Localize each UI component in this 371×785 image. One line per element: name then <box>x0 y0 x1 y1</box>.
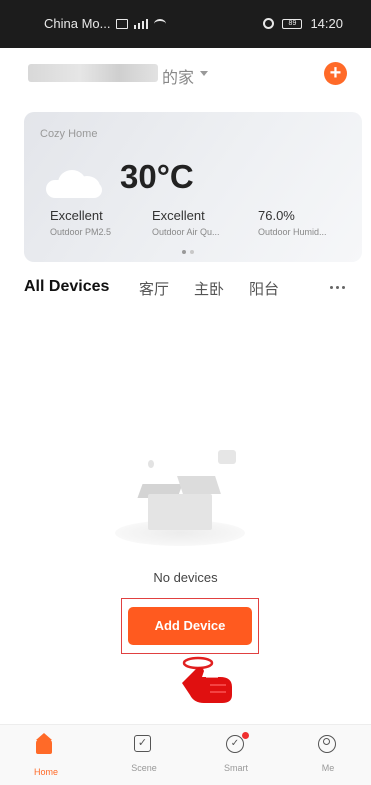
status-bar: China Mo... 89 14:20 <box>0 0 371 48</box>
drop-icon <box>148 460 154 468</box>
home-header: 的家 + <box>0 58 371 88</box>
empty-state-message: No devices <box>153 570 218 585</box>
room-tabs: All Devices 客厅 主卧 阳台 <box>0 276 371 302</box>
tab-master-bedroom[interactable]: 主卧 <box>194 278 224 299</box>
add-device-button[interactable]: Add Device <box>128 607 252 645</box>
signal-icon <box>134 18 149 29</box>
stat-air-quality: Excellent Outdoor Air Qu... <box>152 208 220 237</box>
clock: 14:20 <box>310 16 343 31</box>
carrier-name: China Mo... <box>44 16 111 31</box>
nav-home[interactable]: Home <box>16 733 76 777</box>
nav-label: Smart <box>223 763 248 773</box>
tab-balcony[interactable]: 阳台 <box>249 278 279 299</box>
bottom-nav: Home ✓ Scene ✓ Smart Me <box>0 724 371 785</box>
box-icon <box>137 470 221 530</box>
cloud-icon <box>46 168 108 198</box>
pointing-hand-icon <box>182 656 232 703</box>
smart-icon: ✓ <box>226 735 244 753</box>
nav-label: Me <box>321 763 335 773</box>
sim-icon <box>116 18 129 29</box>
weather-card[interactable]: Cozy Home 30°C Excellent Outdoor PM2.5 E… <box>24 112 362 262</box>
message-icon <box>218 450 236 464</box>
stat-value: 76.0% <box>258 208 295 223</box>
temperature: 30°C <box>120 158 194 195</box>
empty-box-illustration <box>110 440 250 550</box>
stat-label: Outdoor Air Qu... <box>152 227 220 237</box>
stat-pm25: Excellent Outdoor PM2.5 <box>50 208 111 237</box>
nav-label: Scene <box>131 763 157 773</box>
add-button[interactable]: + <box>324 62 347 85</box>
weather-card-title: Cozy Home <box>40 128 98 140</box>
alarm-icon <box>263 18 275 29</box>
home-name-redacted[interactable] <box>28 64 158 82</box>
stat-value: Excellent <box>50 208 103 223</box>
tab-all-devices[interactable]: All Devices <box>24 278 109 296</box>
page-indicator <box>182 250 194 254</box>
nav-smart[interactable]: ✓ Smart <box>206 732 266 773</box>
stat-humidity: 76.0% Outdoor Humid... <box>258 208 327 237</box>
stat-label: Outdoor Humid... <box>258 227 327 237</box>
stat-value: Excellent <box>152 208 205 223</box>
status-left: China Mo... <box>44 16 167 31</box>
battery-icon: 89 <box>282 18 303 29</box>
home-icon <box>36 733 52 754</box>
tab-living-room[interactable]: 客厅 <box>139 278 169 299</box>
me-icon <box>318 735 336 753</box>
wifi-icon <box>154 18 167 29</box>
status-right: 89 14:20 <box>263 16 343 31</box>
nav-me[interactable]: Me <box>298 735 358 773</box>
more-icon[interactable] <box>330 286 345 289</box>
nav-label: Home <box>33 767 58 777</box>
stat-label: Outdoor PM2.5 <box>50 227 112 237</box>
notification-dot <box>242 732 249 739</box>
chevron-down-icon[interactable] <box>200 71 208 76</box>
nav-scene[interactable]: ✓ Scene <box>114 735 174 773</box>
scene-icon: ✓ <box>134 735 151 752</box>
home-name-suffix[interactable]: 的家 <box>162 64 194 88</box>
